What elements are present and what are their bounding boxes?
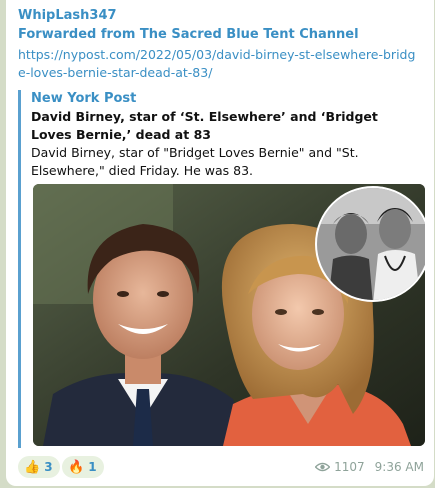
preview-site-name: New York Post [31, 91, 137, 106]
message-time: 9:36 AM [374, 460, 424, 474]
message-link[interactable]: https://nypost.com/2022/05/03/david-birn… [18, 46, 423, 82]
eye-icon [315, 462, 331, 472]
fire-icon: 🔥 [68, 459, 85, 475]
preview-photo-illustration [33, 184, 425, 446]
link-preview[interactable]: New York Post David Birney, star of ‘St.… [18, 90, 425, 448]
preview-title: David Birney, star of ‘St. Elsewhere’ an… [31, 109, 378, 142]
message-bubble: WhipLash347 Forwarded from The Sacred Bl… [6, 0, 434, 486]
view-count: 1107 [334, 460, 365, 474]
sender-name[interactable]: WhipLash347 [18, 8, 117, 23]
reaction-count: 3 [44, 460, 53, 474]
preview-description: David Birney, star of "Bridget Loves Ber… [31, 145, 359, 178]
thumbs-up-icon: 👍 [24, 459, 41, 475]
preview-image[interactable] [33, 184, 425, 446]
message-footer: 👍 3 🔥 1 1107 9:36 AM [6, 456, 434, 482]
message-meta: 1107 9:36 AM [315, 460, 424, 474]
reaction-fire[interactable]: 🔥 1 [62, 456, 104, 478]
forwarded-from[interactable]: Forwarded from The Sacred Blue Tent Chan… [18, 27, 359, 42]
reaction-count: 1 [88, 460, 97, 474]
reaction-thumbs-up[interactable]: 👍 3 [18, 456, 60, 478]
